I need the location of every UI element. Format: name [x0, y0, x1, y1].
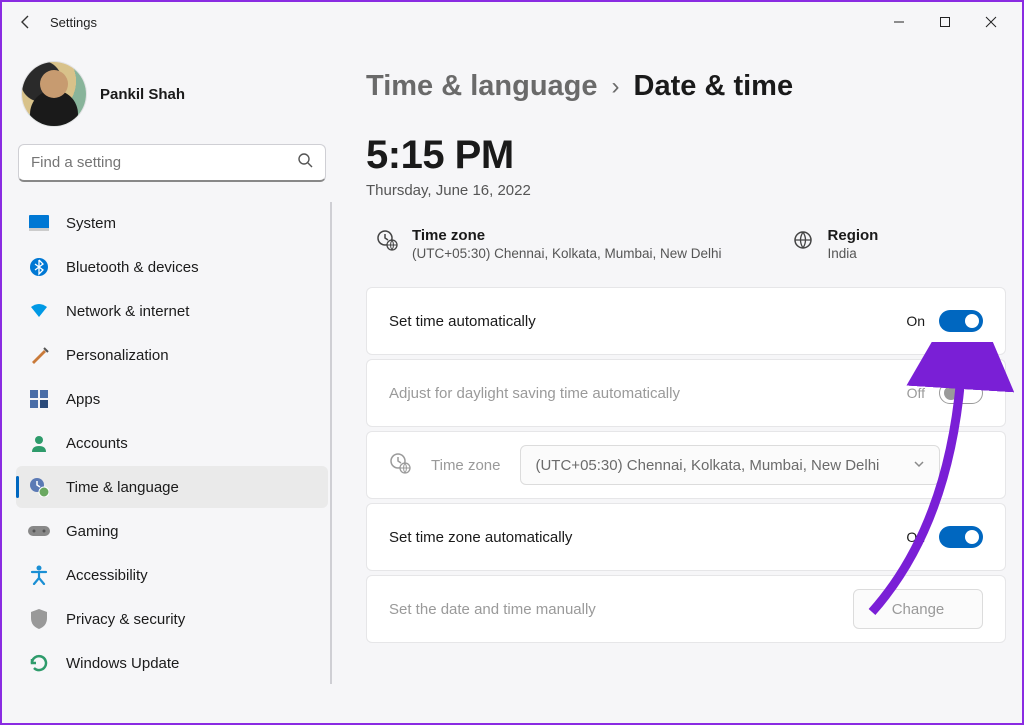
- page-title: Date & time: [634, 70, 794, 103]
- avatar: [22, 62, 86, 126]
- search-input[interactable]: [31, 154, 297, 171]
- sidebar-item-accounts[interactable]: Accounts: [16, 422, 328, 464]
- accessibility-icon: [28, 564, 50, 586]
- nav-label: Personalization: [66, 347, 169, 364]
- window-controls: [876, 6, 1014, 38]
- person-icon: [28, 432, 50, 454]
- card-label: Set the date and time manually: [389, 601, 853, 618]
- back-button[interactable]: [10, 6, 42, 38]
- toggle-state: On: [906, 313, 925, 329]
- change-button: Change: [853, 589, 983, 629]
- arrow-left-icon: [18, 14, 34, 30]
- chevron-down-icon: [913, 457, 925, 474]
- info-row: Time zone (UTC+05:30) Chennai, Kolkata, …: [366, 221, 1006, 267]
- breadcrumb: Time & language › Date & time: [366, 70, 1006, 103]
- toggle-set-tz-auto[interactable]: [939, 526, 983, 548]
- current-date: Thursday, June 16, 2022: [366, 182, 1006, 199]
- update-icon: [28, 652, 50, 674]
- main-content: Time & language › Date & time 5:15 PM Th…: [342, 42, 1022, 723]
- sidebar: Pankil Shah System Bluetooth & devices N…: [2, 42, 342, 723]
- card-label: Adjust for daylight saving time automati…: [389, 385, 907, 402]
- shield-icon: [28, 608, 50, 630]
- globe-icon: [792, 229, 814, 261]
- nav-label: Privacy & security: [66, 611, 185, 628]
- sidebar-item-gaming[interactable]: Gaming: [16, 510, 328, 552]
- toggle-state: On: [906, 529, 925, 545]
- sidebar-item-time-language[interactable]: Time & language: [16, 466, 328, 508]
- breadcrumb-parent[interactable]: Time & language: [366, 70, 598, 103]
- card-label: Set time automatically: [389, 313, 906, 330]
- maximize-icon: [939, 16, 951, 28]
- chevron-right-icon: ›: [612, 73, 620, 101]
- wifi-icon: [28, 300, 50, 322]
- card-set-time-auto: Set time automatically On: [366, 287, 1006, 355]
- timezone-label: Time zone: [412, 227, 722, 244]
- maximize-button[interactable]: [922, 6, 968, 38]
- gamepad-icon: [28, 520, 50, 542]
- profile-name: Pankil Shah: [100, 86, 185, 103]
- paintbrush-icon: [28, 344, 50, 366]
- window-title: Settings: [50, 15, 97, 30]
- timezone-dropdown: (UTC+05:30) Chennai, Kolkata, Mumbai, Ne…: [520, 445, 940, 485]
- nav-list: System Bluetooth & devices Network & int…: [14, 202, 330, 684]
- clock-globe-small-icon: [389, 452, 415, 479]
- clock-block: 5:15 PM Thursday, June 16, 2022: [366, 133, 1006, 199]
- titlebar: Settings: [2, 2, 1022, 42]
- nav-label: Network & internet: [66, 303, 189, 320]
- close-icon: [985, 16, 997, 28]
- minimize-icon: [893, 16, 905, 28]
- nav-label: Accessibility: [66, 567, 148, 584]
- search-icon: [297, 152, 313, 173]
- region-label: Region: [828, 227, 879, 244]
- nav-label: Bluetooth & devices: [66, 259, 199, 276]
- sidebar-item-privacy[interactable]: Privacy & security: [16, 598, 328, 640]
- toggle-set-time-auto[interactable]: [939, 310, 983, 332]
- bluetooth-icon: [28, 256, 50, 278]
- sidebar-item-windows-update[interactable]: Windows Update: [16, 642, 328, 684]
- sidebar-item-accessibility[interactable]: Accessibility: [16, 554, 328, 596]
- current-time: 5:15 PM: [366, 133, 1006, 178]
- dropdown-value: (UTC+05:30) Chennai, Kolkata, Mumbai, Ne…: [535, 457, 879, 474]
- clock-globe-icon: [28, 476, 50, 498]
- card-label: Set time zone automatically: [389, 529, 906, 546]
- card-set-tz-auto: Set time zone automatically On: [366, 503, 1006, 571]
- region-info: Region India: [792, 227, 879, 261]
- nav-label: Windows Update: [66, 655, 179, 672]
- apps-icon: [28, 388, 50, 410]
- sidebar-item-apps[interactable]: Apps: [16, 378, 328, 420]
- search-input-wrap[interactable]: [18, 144, 326, 182]
- card-timezone-select: Time zone (UTC+05:30) Chennai, Kolkata, …: [366, 431, 1006, 499]
- sidebar-item-system[interactable]: System: [16, 202, 328, 244]
- timezone-info: Time zone (UTC+05:30) Chennai, Kolkata, …: [376, 227, 722, 261]
- card-dst-auto: Adjust for daylight saving time automati…: [366, 359, 1006, 427]
- toggle-dst-auto: [939, 382, 983, 404]
- system-icon: [28, 212, 50, 234]
- sidebar-item-bluetooth[interactable]: Bluetooth & devices: [16, 246, 328, 288]
- toggle-state: Off: [907, 385, 925, 401]
- card-set-manual: Set the date and time manually Change: [366, 575, 1006, 643]
- clock-globe-small-icon: [376, 229, 398, 261]
- nav-label: System: [66, 215, 116, 232]
- timezone-value: (UTC+05:30) Chennai, Kolkata, Mumbai, Ne…: [412, 246, 722, 261]
- nav-label: Accounts: [66, 435, 128, 452]
- profile-block[interactable]: Pankil Shah: [14, 54, 330, 144]
- nav-label: Apps: [66, 391, 100, 408]
- nav-label: Time & language: [66, 479, 179, 496]
- minimize-button[interactable]: [876, 6, 922, 38]
- close-button[interactable]: [968, 6, 1014, 38]
- nav-label: Gaming: [66, 523, 119, 540]
- card-label: Time zone: [431, 457, 500, 474]
- region-value: India: [828, 246, 879, 261]
- sidebar-item-network[interactable]: Network & internet: [16, 290, 328, 332]
- sidebar-item-personalization[interactable]: Personalization: [16, 334, 328, 376]
